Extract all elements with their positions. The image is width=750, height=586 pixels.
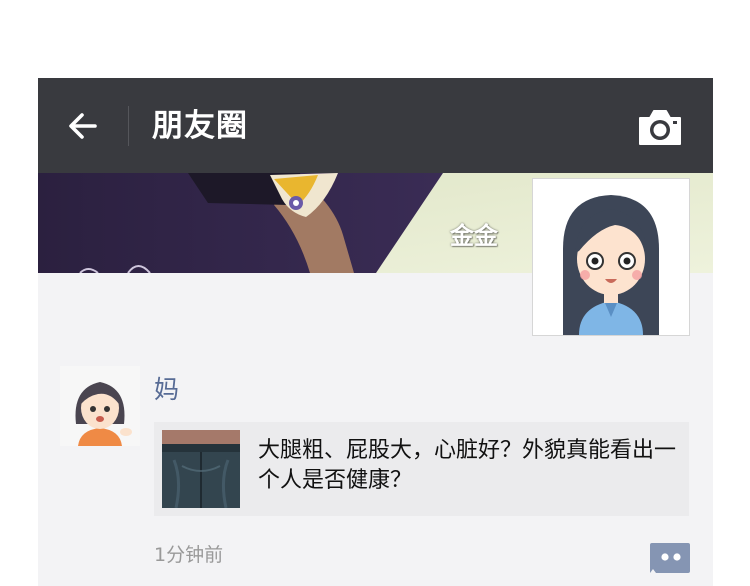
- top-nav-bar: 朋友圈: [38, 78, 713, 173]
- link-thumbnail: [162, 430, 240, 508]
- moments-screen: 朋友圈 金金 妈 大腿粗、屁股大，心脏好？外貌真能看出一个人是否健康？ 1分钟前: [38, 78, 713, 586]
- post-author-avatar[interactable]: [60, 366, 140, 446]
- cover-owner-name: 金金: [450, 222, 498, 250]
- camera-button[interactable]: [636, 108, 684, 148]
- page-title: 朋友圈: [152, 108, 248, 144]
- shared-link-card[interactable]: 大腿粗、屁股大，心脏好？外貌真能看出一个人是否健康？: [154, 422, 689, 516]
- post-timestamp: 1分钟前: [154, 544, 224, 566]
- camera-icon: [639, 110, 681, 145]
- nav-divider: [128, 106, 129, 146]
- profile-avatar[interactable]: [532, 178, 690, 336]
- back-button[interactable]: [60, 103, 106, 149]
- comment-icon: [650, 543, 690, 573]
- post-author-name[interactable]: 妈: [154, 370, 179, 406]
- back-arrow-icon: [69, 113, 97, 139]
- link-title: 大腿粗、屁股大，心脏好？外貌真能看出一个人是否健康？: [258, 438, 677, 493]
- comment-button[interactable]: [650, 543, 690, 573]
